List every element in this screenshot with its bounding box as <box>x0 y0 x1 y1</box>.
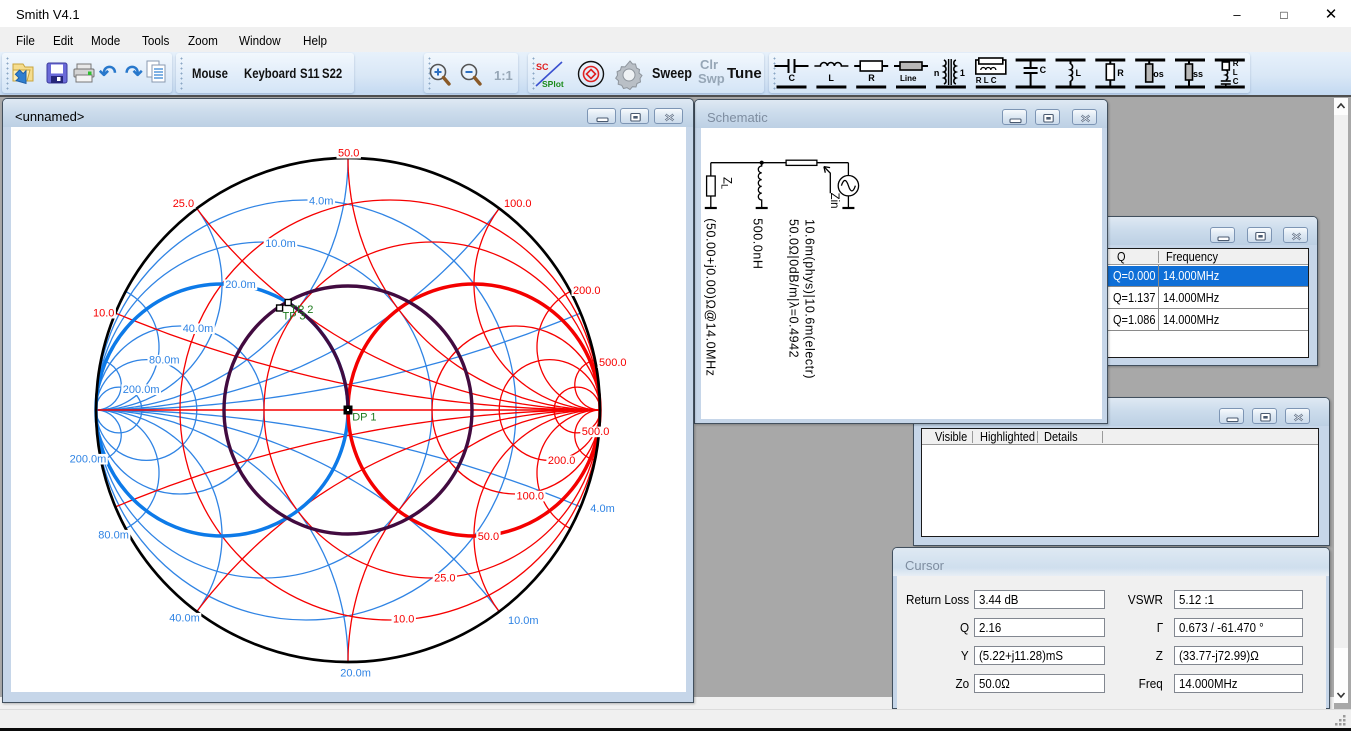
svg-text:DP 1: DP 1 <box>352 412 376 424</box>
svg-text:L: L <box>1233 68 1238 77</box>
svg-text:os: os <box>1153 69 1164 79</box>
svg-text:R: R <box>1233 59 1239 68</box>
svg-text:20.0m: 20.0m <box>340 668 371 680</box>
svg-text:25.0: 25.0 <box>173 198 194 210</box>
svg-text:200.0m: 200.0m <box>123 384 160 396</box>
svg-text:25.0: 25.0 <box>434 572 455 584</box>
svg-text:40.0m: 40.0m <box>183 323 214 335</box>
svg-text:200.0: 200.0 <box>548 455 576 467</box>
svg-text:50.0: 50.0 <box>478 531 499 543</box>
svg-text:Zin: Zin <box>828 193 840 209</box>
svg-text:100.0: 100.0 <box>504 198 532 210</box>
svg-text:50.0Ω|0dB/m|λ=0.4942: 50.0Ω|0dB/m|λ=0.4942 <box>787 219 801 358</box>
svg-text:500.0: 500.0 <box>582 426 610 438</box>
svg-text:4.0m: 4.0m <box>590 503 614 515</box>
svg-text:500.0nH: 500.0nH <box>751 218 765 269</box>
svg-text:40.0m: 40.0m <box>169 613 200 625</box>
svg-text:20.0m: 20.0m <box>225 279 256 291</box>
svg-text:500.0: 500.0 <box>599 357 627 369</box>
svg-text:TP 3: TP 3 <box>283 311 306 323</box>
svg-text:10.0m: 10.0m <box>508 615 539 627</box>
svg-text:10.6m(phys)|10.6m(electr): 10.6m(phys)|10.6m(electr) <box>803 219 817 379</box>
svg-text:4.0m: 4.0m <box>309 195 333 207</box>
svg-text:10.0: 10.0 <box>93 308 114 320</box>
svg-text:1: 1 <box>960 68 965 78</box>
svg-text:100.0: 100.0 <box>517 490 545 502</box>
svg-text:80.0m: 80.0m <box>149 355 180 367</box>
svg-text:ss: ss <box>1193 69 1203 79</box>
svg-text:(50.00+j0.00)Ω@14.0MHz: (50.00+j0.00)Ω@14.0MHz <box>704 218 718 376</box>
svg-text:n: n <box>934 68 940 78</box>
svg-text:R: R <box>868 73 875 83</box>
svg-text:C: C <box>1040 65 1047 75</box>
svg-text:ZL: ZL <box>720 177 733 189</box>
svg-text:R: R <box>1117 68 1124 78</box>
svg-text:SC: SC <box>536 62 549 72</box>
svg-text:SPlot: SPlot <box>542 79 564 89</box>
svg-text:80.0m: 80.0m <box>98 530 129 542</box>
svg-text:50.0: 50.0 <box>338 148 359 160</box>
svg-text:10.0: 10.0 <box>393 613 414 625</box>
svg-text:Line: Line <box>900 74 917 83</box>
svg-text:200.0m: 200.0m <box>70 454 107 466</box>
svg-text:L: L <box>1076 68 1082 78</box>
svg-text:C: C <box>1233 77 1239 86</box>
svg-text:R L C: R L C <box>976 76 997 85</box>
svg-text:10.0m: 10.0m <box>265 238 296 250</box>
svg-text:L: L <box>828 73 834 83</box>
svg-text:200.0: 200.0 <box>573 285 601 297</box>
svg-text:C: C <box>789 73 796 83</box>
